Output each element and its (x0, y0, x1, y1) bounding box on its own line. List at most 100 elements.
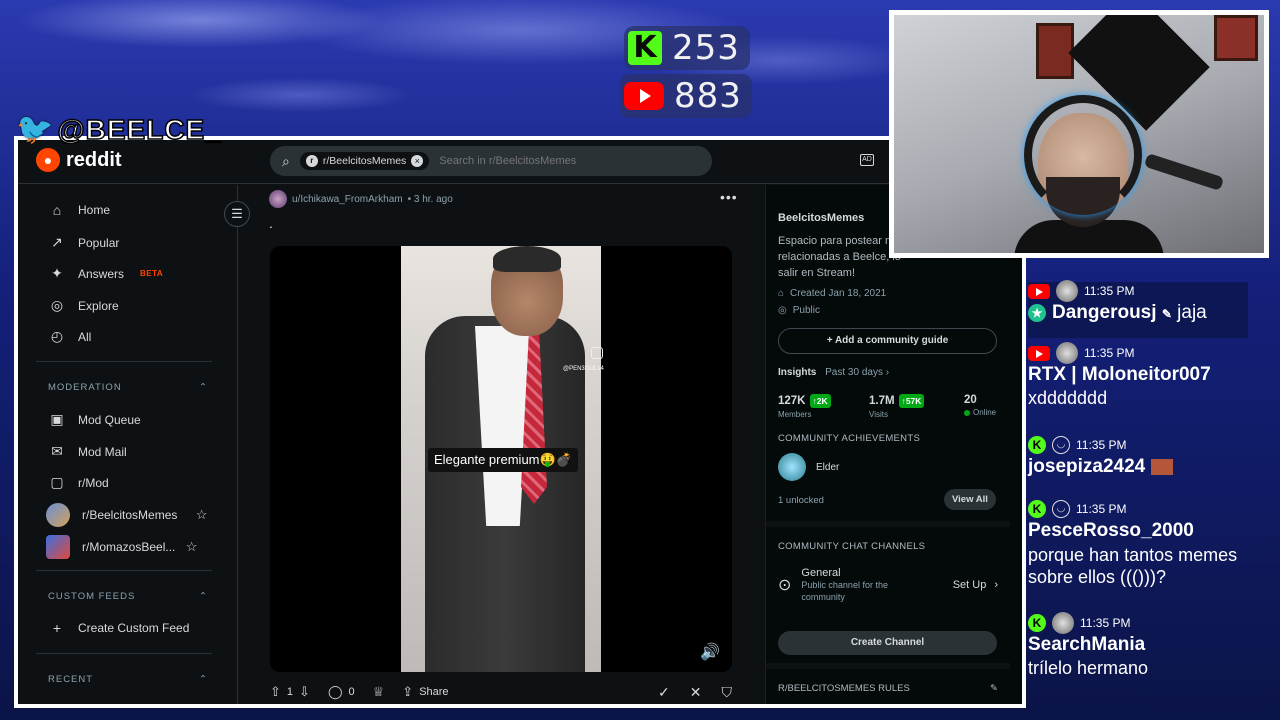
create-channel-button[interactable]: Create Channel (778, 631, 997, 655)
sidebar-item-all[interactable]: ◴ All (48, 328, 91, 345)
custom-feeds-section-header[interactable]: CUSTOM FEEDS ⌃ (48, 591, 208, 602)
create-custom-feed-button[interactable]: + Create Custom Feed (48, 620, 189, 636)
search-bar[interactable]: ⌕ r r/BeelcitosMemes × (270, 146, 712, 176)
kick-badge-icon: K (1028, 436, 1046, 454)
downvote-icon[interactable]: ⇩ (299, 684, 310, 700)
sidebar-item-home[interactable]: ⌂ Home (48, 202, 110, 218)
channel-description: Public channel for the community (801, 580, 888, 602)
kick-logo-icon: K (628, 31, 662, 65)
instagram-icon (591, 347, 603, 359)
more-options-icon[interactable]: ••• (720, 189, 738, 205)
search-input[interactable] (439, 155, 700, 167)
mod-queue-icon: ▣ (50, 411, 64, 427)
chat-time: 11:35 PM (1080, 616, 1131, 630)
mod-actions: ✓ ✕ ⛉ (658, 684, 732, 701)
chat-username: SearchMania (1028, 634, 1146, 655)
stat-members: 127K ↑2K Members (778, 394, 831, 419)
sidebar-item-label: r/Mod (78, 475, 109, 490)
sidebar-item-explore[interactable]: ◎ Explore (48, 297, 119, 314)
chat-username: Dangerousj (1052, 302, 1157, 323)
speaker-icon[interactable]: 🔊 (700, 642, 720, 662)
achievement-elder[interactable]: Elder (778, 453, 998, 481)
elder-achievement-icon (778, 453, 806, 481)
online-dot-icon (964, 409, 970, 416)
video-caption: Elegante premium🤑💣 (428, 448, 578, 472)
user-avatar[interactable] (269, 190, 287, 208)
chat-message: K ◡ 11:35 PM PesceRosso_2000 porque han … (1028, 500, 1248, 588)
sidebar-item-popular[interactable]: ↗ Popular (48, 234, 119, 251)
sidebar-item-r-mod[interactable]: ▢ r/Mod (48, 474, 109, 491)
twitter-handle-overlay: 🐦 @BEELCE_ (16, 112, 222, 147)
explore-icon: ◎ (50, 297, 64, 313)
vote-group: ⇧ 1 ⇩ (270, 684, 310, 700)
stat-value: 20 (964, 394, 977, 406)
youtube-badge-icon (1028, 283, 1050, 299)
chat-username: PesceRosso_2000 (1028, 520, 1194, 541)
approve-icon[interactable]: ✓ (658, 684, 670, 701)
left-sidebar: ⌂ Home ↗ Popular ✦ Answers BETA ◎ Explor… (18, 185, 250, 704)
sidebar-item-mod-mail[interactable]: ✉ Mod Mail (48, 443, 127, 460)
kick-badge-icon: K (1028, 614, 1046, 632)
sidebar-item-mod-queue[interactable]: ▣ Mod Queue (48, 411, 140, 428)
chat-message: K 11:35 PM SearchMania trílelo hermano (1028, 612, 1248, 679)
edit-icon[interactable]: ✎ (990, 683, 998, 694)
reddit-logo[interactable]: ● reddit (36, 148, 122, 172)
share-button[interactable]: ⇪ Share (402, 684, 448, 700)
mod-icon: ▢ (50, 474, 64, 490)
setup-button[interactable]: Set Up › (953, 579, 998, 591)
sidebar-item-beelcitosmemes[interactable]: r/BeelcitosMemes ☆ (46, 503, 207, 527)
stat-online: 20 Online (964, 394, 996, 417)
post-title[interactable]: . (269, 215, 273, 231)
chat-time: 11:35 PM (1084, 346, 1135, 360)
achievement-label: Elder (816, 461, 840, 473)
popular-icon: ↗ (51, 234, 63, 250)
community-search-chip[interactable]: r r/BeelcitosMemes × (299, 152, 430, 170)
chevron-right-icon: › (994, 579, 998, 591)
stat-delta: ↑2K (809, 394, 831, 408)
community-visibility: ◎ Public (778, 305, 998, 316)
chevron-right-icon: › (885, 367, 890, 378)
star-icon[interactable]: ☆ (196, 507, 208, 523)
visibility-text: Public (792, 305, 820, 316)
advertise-icon[interactable]: AD (860, 154, 874, 166)
section-title: MODERATION (48, 382, 122, 393)
webcam-feed (889, 10, 1269, 258)
add-community-guide-button[interactable]: + Add a community guide (778, 328, 997, 354)
award-button[interactable]: ♕ (373, 684, 385, 700)
post-video[interactable]: @PEN3GUL14 Elegante premium🤑💣 🔊 (270, 246, 732, 672)
wall-frame (1214, 15, 1258, 61)
moderation-section-header[interactable]: MODERATION ⌃ (48, 382, 208, 393)
chat-time: 11:35 PM (1076, 502, 1127, 516)
cake-icon: ⌂ (778, 288, 785, 299)
close-icon[interactable]: × (411, 155, 424, 167)
insights-header[interactable]: Insights Past 30 days › (778, 367, 998, 378)
instagram-handle: @PEN3GUL14 (563, 366, 604, 372)
recent-section-header[interactable]: RECENT ⌃ (48, 674, 208, 685)
achievements-header: COMMUNITY ACHIEVEMENTS (778, 433, 921, 444)
insights-label: Insights (778, 367, 817, 378)
headset-icon (1024, 95, 1142, 215)
chat-message: 11:35 PM ★ Dangerousj ✎ jaja (1028, 280, 1248, 324)
view-all-button[interactable]: View All (944, 489, 996, 510)
emote-icon (1150, 458, 1173, 475)
globe-icon: ◎ (778, 305, 787, 316)
reddit-wordmark: reddit (66, 148, 122, 171)
channel-general[interactable]: ⊙ General Public channel for the communi… (778, 567, 998, 603)
upvote-icon[interactable]: ⇧ (270, 684, 281, 700)
chat-username: RTX | Moloneitor007 (1028, 364, 1211, 385)
star-icon[interactable]: ☆ (186, 539, 198, 555)
post-time: • 3 hr. ago (407, 193, 453, 205)
chat-text: xddddddd (1028, 388, 1108, 408)
sidebar-item-answers[interactable]: ✦ Answers BETA (48, 265, 163, 282)
section-title: RECENT (48, 674, 94, 685)
shield-icon[interactable]: ⛉ (722, 684, 733, 701)
share-icon: ⇪ (402, 684, 414, 699)
rules-header[interactable]: R/BEELCITOSMEMES RULES ✎ (778, 683, 998, 694)
comments-button[interactable]: ◯ 0 (328, 684, 355, 700)
chat-text: porque han tantos memes sobre ellos ((()… (1028, 545, 1238, 587)
post-author[interactable]: u/Ichikawa_FromArkham (292, 194, 403, 205)
plus-icon: + (826, 335, 835, 346)
sidebar-item-label: Create Custom Feed (78, 621, 190, 635)
sidebar-item-momazos[interactable]: r/MomazosBeel... ☆ (46, 535, 197, 559)
remove-icon[interactable]: ✕ (690, 684, 702, 701)
